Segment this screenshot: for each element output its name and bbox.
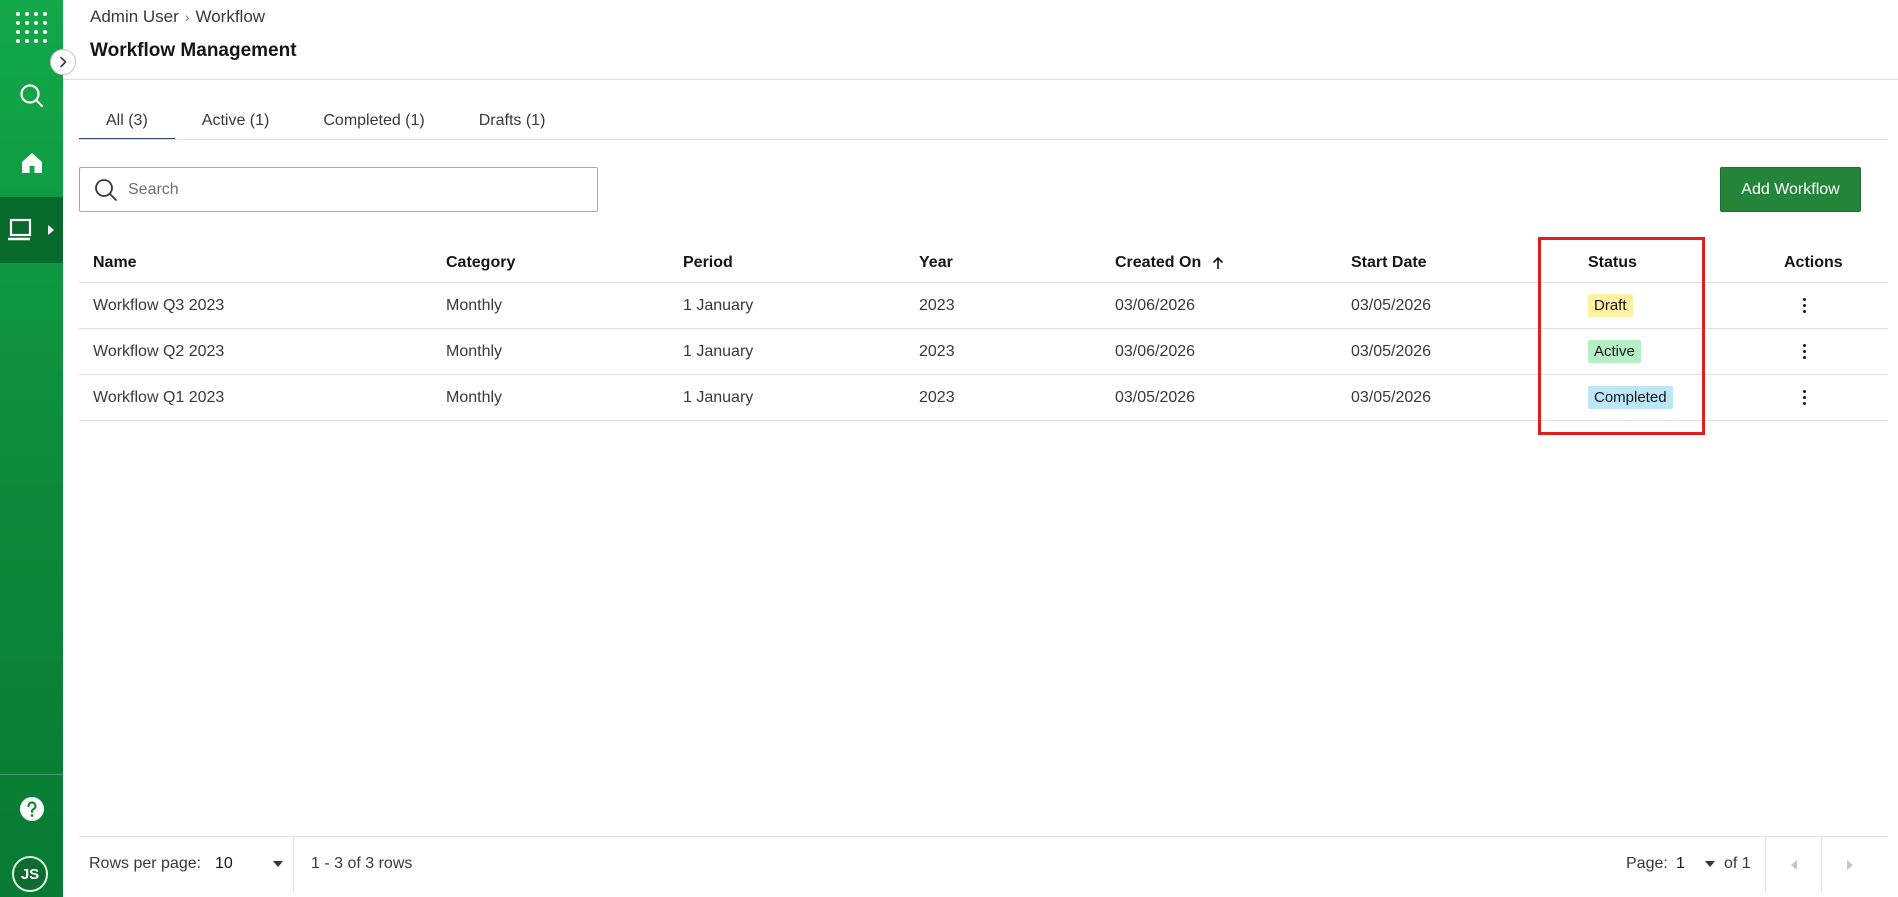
cell-year: 2023 (919, 342, 955, 360)
column-header-start-date[interactable]: Start Date (1351, 243, 1427, 282)
cell-period: 1 January (683, 342, 754, 360)
cell-year: 2023 (919, 296, 955, 314)
tab-all[interactable]: All (3) (79, 104, 175, 140)
rows-per-page-select[interactable]: 10 (215, 855, 283, 873)
status-badge-completed: Completed (1588, 386, 1673, 409)
cell-status: Completed (1588, 375, 1673, 420)
header-divider (63, 79, 1898, 80)
previous-page-button[interactable] (1766, 837, 1821, 892)
status-badge-active: Active (1588, 340, 1641, 363)
help-icon (19, 797, 44, 821)
table-row[interactable]: Workflow Q3 2023 Monthly 1 January 2023 … (79, 283, 1888, 329)
cell-created-on: 03/05/2026 (1115, 388, 1196, 406)
caret-down-icon (272, 861, 283, 867)
column-header-actions: Actions (1784, 253, 1843, 271)
chevron-right-icon (60, 56, 67, 68)
avatar-initials: JS (20, 865, 40, 883)
avatar[interactable]: JS (12, 856, 48, 892)
cell-year: 2023 (919, 388, 955, 406)
cell-start-date: 03/05/2026 (1351, 296, 1432, 314)
page-value: 1 (1676, 855, 1685, 872)
cell-period: 1 January (683, 388, 754, 406)
laptop-icon (7, 218, 31, 241)
pagination-bar: Rows per page: 10 1 - 3 of 3 rows Page: … (79, 836, 1888, 892)
column-header-status[interactable]: Status (1588, 243, 1637, 282)
sidebar-divider (0, 774, 63, 775)
sidebar-workflow-button[interactable] (0, 197, 63, 263)
overflow-menu-icon[interactable] (1794, 388, 1814, 408)
tab-drafts[interactable]: Drafts (1) (452, 104, 573, 140)
next-page-button[interactable] (1822, 837, 1877, 892)
table-row[interactable]: Workflow Q2 2023 Monthly 1 January 2023 … (79, 329, 1888, 375)
status-tabs: All (3) Active (1) Completed (1) Drafts … (79, 104, 572, 140)
column-header-created-on-label: Created On (1115, 253, 1202, 271)
caret-right-icon (47, 225, 54, 235)
breadcrumb-separator-icon: › (184, 9, 190, 25)
column-header-category[interactable]: Category (446, 243, 515, 282)
page-select[interactable]: 1 (1676, 855, 1715, 873)
cell-actions (1784, 283, 1814, 328)
home-icon (21, 153, 42, 173)
rows-per-page-value: 10 (215, 855, 233, 872)
cell-name: Workflow Q3 2023 (93, 296, 225, 314)
breadcrumb-item-workflow[interactable]: Workflow (195, 7, 265, 27)
grid-dots-icon (15, 12, 47, 43)
tabs-divider (79, 139, 1888, 140)
caret-left-icon (1790, 859, 1797, 870)
tab-completed[interactable]: Completed (1) (296, 104, 451, 140)
add-workflow-button[interactable]: Add Workflow (1720, 167, 1861, 212)
cell-start-date: 03/05/2026 (1351, 342, 1432, 360)
app-launcher-button[interactable] (0, 0, 63, 56)
column-header-period[interactable]: Period (683, 243, 733, 282)
sidebar-home-button[interactable] (0, 135, 63, 191)
caret-down-icon (1704, 861, 1715, 867)
search-box (79, 167, 598, 212)
workflow-table: Name Category Period Year Created On Sta… (79, 243, 1888, 421)
search-icon (95, 178, 117, 201)
rows-range-text: 1 - 3 of 3 rows (311, 855, 413, 872)
column-header-year[interactable]: Year (919, 243, 953, 282)
column-header-created-on[interactable]: Created On (1115, 243, 1225, 282)
side-nav: JS (0, 0, 63, 897)
page-total-text: of 1 (1724, 855, 1751, 872)
pagination-divider (293, 837, 294, 892)
cell-created-on: 03/06/2026 (1115, 342, 1196, 360)
table-header-row: Name Category Period Year Created On Sta… (79, 243, 1888, 283)
search-icon (19, 84, 43, 108)
table-row[interactable]: Workflow Q1 2023 Monthly 1 January 2023 … (79, 375, 1888, 421)
tab-active[interactable]: Active (1) (175, 104, 297, 140)
cell-category: Monthly (446, 388, 503, 406)
overflow-menu-icon[interactable] (1794, 296, 1814, 316)
page-title: Workflow Management (90, 40, 297, 61)
page-label: Page: (1626, 855, 1668, 872)
breadcrumb-item-admin-user[interactable]: Admin User (90, 7, 179, 27)
cell-period: 1 January (683, 296, 754, 314)
caret-right-icon (1846, 859, 1853, 870)
cell-actions (1784, 375, 1814, 420)
arrow-up-icon (1211, 256, 1225, 270)
status-badge-draft: Draft (1588, 294, 1633, 317)
cell-name: Workflow Q1 2023 (93, 388, 225, 406)
cell-start-date: 03/05/2026 (1351, 388, 1432, 406)
rows-per-page-label: Rows per page: (89, 855, 202, 872)
sidebar-expand-button[interactable] (50, 49, 76, 75)
cell-name: Workflow Q2 2023 (93, 342, 225, 360)
sidebar-help-button[interactable] (0, 781, 63, 837)
cell-status: Active (1588, 329, 1641, 374)
cell-category: Monthly (446, 342, 503, 360)
overflow-menu-icon[interactable] (1794, 342, 1814, 362)
cell-actions (1784, 329, 1814, 374)
breadcrumb: Admin User › Workflow (90, 7, 265, 27)
cell-created-on: 03/06/2026 (1115, 296, 1196, 314)
cell-category: Monthly (446, 296, 503, 314)
sidebar-search-button[interactable] (0, 68, 63, 124)
search-input[interactable] (128, 180, 568, 199)
cell-status: Draft (1588, 283, 1633, 328)
column-header-name[interactable]: Name (93, 243, 137, 282)
